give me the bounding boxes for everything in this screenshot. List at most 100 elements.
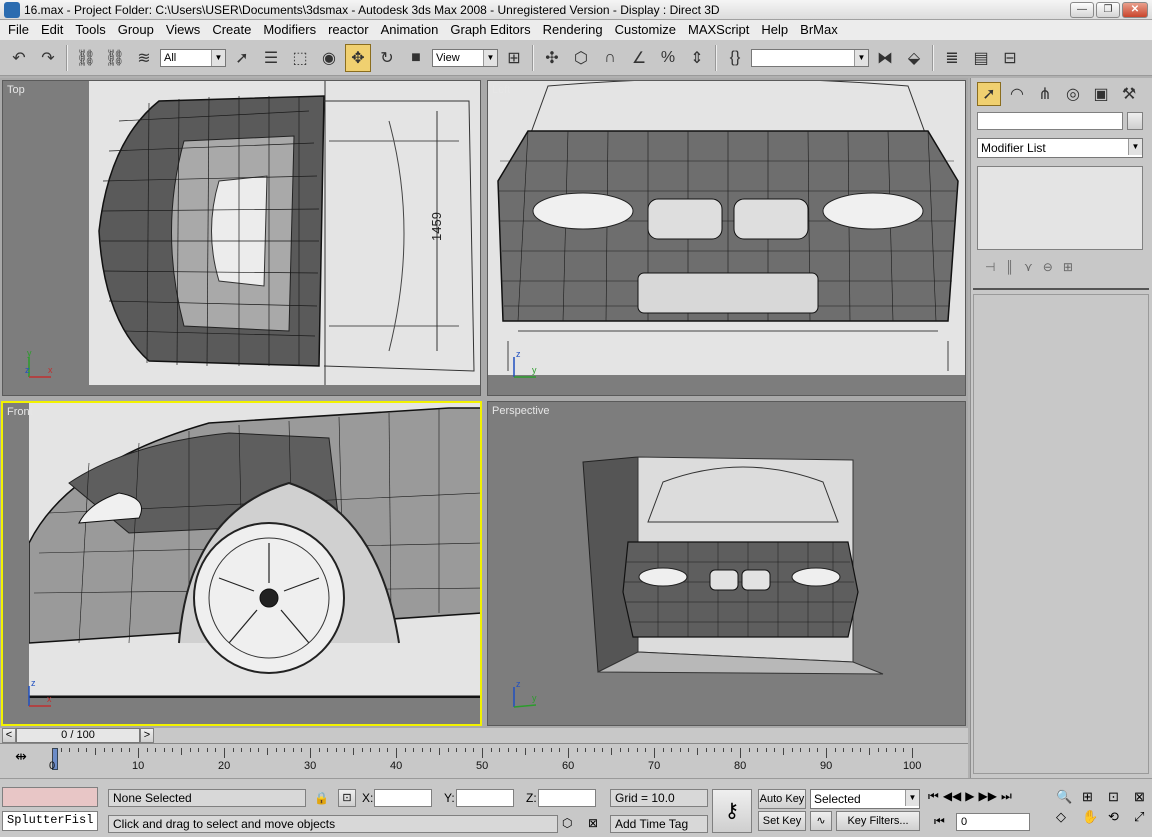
- viewport-label[interactable]: Perspective: [492, 405, 549, 417]
- display-tab-icon[interactable]: ▣: [1089, 82, 1113, 106]
- field-of-view-icon[interactable]: ◇: [1056, 809, 1078, 825]
- viewport-front[interactable]: Front z x: [1, 401, 482, 726]
- set-key-button[interactable]: Set Key: [758, 811, 806, 831]
- tangent-type-icon[interactable]: ∿: [810, 811, 832, 831]
- track-bar[interactable]: 0 10 20 30 40 50 60 70 80 90 100: [49, 748, 921, 776]
- viewport-perspective[interactable]: Perspective z y: [487, 401, 966, 726]
- pivot-center-icon[interactable]: ⊞: [501, 44, 527, 72]
- align-icon[interactable]: ⬙: [901, 44, 927, 72]
- maxscript-mini-listener[interactable]: SplutterFisl: [2, 811, 98, 831]
- edit-named-selection-icon[interactable]: {}: [722, 44, 748, 72]
- schematic-view-icon[interactable]: ⊟: [997, 44, 1023, 72]
- select-and-link-icon[interactable]: ⛓: [73, 44, 99, 72]
- select-and-scale-icon[interactable]: ■: [403, 44, 429, 72]
- menu-reactor[interactable]: reactor: [322, 20, 374, 40]
- lock-selection-icon[interactable]: 🔒: [314, 790, 329, 806]
- zoom-extents-all-icon[interactable]: ⊠: [1134, 789, 1152, 805]
- motion-tab-icon[interactable]: ◎: [1061, 82, 1085, 106]
- play-icon[interactable]: ▶: [965, 789, 974, 804]
- modifier-stack[interactable]: [977, 166, 1143, 250]
- menu-modifiers[interactable]: Modifiers: [257, 20, 322, 40]
- menu-maxscript[interactable]: MAXScript: [682, 20, 755, 40]
- maxscript-mini-listener-pink[interactable]: [2, 787, 98, 807]
- select-and-manipulate-icon[interactable]: ✣: [539, 44, 565, 72]
- layer-manager-icon[interactable]: ≣: [939, 44, 965, 72]
- mirror-icon[interactable]: ⧓: [872, 44, 898, 72]
- key-mode-dropdown[interactable]: Selected ▼: [810, 789, 920, 809]
- viewport-label[interactable]: Top: [7, 84, 25, 96]
- maximize-viewport-icon[interactable]: ⤢: [1134, 809, 1152, 825]
- unlink-icon[interactable]: ⛓: [102, 44, 128, 72]
- time-slider-next-button[interactable]: >: [140, 728, 154, 743]
- zoom-icon[interactable]: 🔍: [1056, 789, 1078, 805]
- make-unique-icon[interactable]: ⋎: [1024, 260, 1033, 274]
- x-coordinate-field[interactable]: [374, 789, 432, 807]
- keyboard-shortcut-override-icon[interactable]: ⬡: [568, 44, 594, 72]
- redo-icon[interactable]: ↷: [35, 44, 61, 72]
- angle-snap-icon[interactable]: ∠: [626, 44, 652, 72]
- selection-filter-dropdown[interactable]: All ▼: [160, 48, 226, 67]
- pan-icon[interactable]: ✋: [1082, 809, 1104, 825]
- time-slider-prev-button[interactable]: <: [2, 728, 16, 743]
- select-and-rotate-icon[interactable]: ↻: [374, 44, 400, 72]
- window-crossing-icon[interactable]: ◉: [316, 44, 342, 72]
- viewport-label[interactable]: Front: [7, 406, 33, 418]
- named-selection-dropdown[interactable]: ▼: [751, 48, 869, 67]
- viewport-left[interactable]: Left z y: [487, 80, 966, 396]
- reference-coordinate-dropdown[interactable]: View ▼: [432, 48, 498, 67]
- menu-graph-editors[interactable]: Graph Editors: [444, 20, 536, 40]
- go-to-end-icon[interactable]: ⏭: [1001, 789, 1012, 804]
- show-end-result-icon[interactable]: ║: [1005, 260, 1014, 274]
- minimize-button[interactable]: —: [1070, 2, 1094, 18]
- bind-to-space-warp-icon[interactable]: ≋: [131, 44, 157, 72]
- key-mode-toggle-icon[interactable]: ⏮: [934, 813, 945, 829]
- next-frame-icon[interactable]: ▶▶: [979, 789, 997, 804]
- select-and-move-icon[interactable]: ✥: [345, 43, 371, 72]
- menu-help[interactable]: Help: [755, 20, 794, 40]
- maximize-button[interactable]: ❐: [1096, 2, 1120, 18]
- key-filters-button[interactable]: Key Filters...: [836, 811, 920, 831]
- pin-stack-icon[interactable]: ⊣: [985, 260, 995, 274]
- set-key-icon[interactable]: ⚷: [712, 789, 752, 833]
- menu-animation[interactable]: Animation: [375, 20, 445, 40]
- current-frame-field[interactable]: 0: [956, 813, 1030, 831]
- rectangular-selection-icon[interactable]: ⬚: [287, 44, 313, 72]
- modify-tab-icon[interactable]: ◠: [1005, 82, 1029, 106]
- modifier-list-dropdown[interactable]: Modifier List ▼: [977, 138, 1143, 158]
- add-time-tag[interactable]: Add Time Tag: [610, 815, 708, 833]
- percent-snap-icon[interactable]: %: [655, 44, 681, 72]
- previous-frame-icon[interactable]: ◀◀: [943, 789, 961, 804]
- configure-modifier-sets-icon[interactable]: ⊞: [1063, 260, 1073, 274]
- time-slider-thumb[interactable]: 0 / 100: [16, 728, 140, 743]
- utilities-tab-icon[interactable]: ⚒: [1117, 82, 1141, 106]
- snaps-toggle-icon[interactable]: ∩: [597, 44, 623, 72]
- time-tag-icon[interactable]: ⊠: [588, 815, 598, 831]
- object-name-field[interactable]: [977, 112, 1123, 130]
- z-coordinate-field[interactable]: [538, 789, 596, 807]
- spinner-snap-icon[interactable]: ⇕: [684, 44, 710, 72]
- absolute-mode-transform-icon[interactable]: ⊡: [338, 789, 356, 807]
- go-to-start-icon[interactable]: ⏮: [928, 789, 939, 804]
- menu-customize[interactable]: Customize: [609, 20, 682, 40]
- mini-curve-editor-icon[interactable]: ⇹: [12, 748, 30, 766]
- menu-edit[interactable]: Edit: [35, 20, 69, 40]
- curve-editor-icon[interactable]: ▤: [968, 44, 994, 72]
- object-color-swatch[interactable]: [1127, 112, 1143, 130]
- y-coordinate-field[interactable]: [456, 789, 514, 807]
- undo-icon[interactable]: ↶: [6, 44, 32, 72]
- close-button[interactable]: ✕: [1122, 2, 1148, 18]
- time-slider[interactable]: < 0 / 100 >: [0, 728, 968, 744]
- menu-rendering[interactable]: Rendering: [537, 20, 609, 40]
- menu-file[interactable]: File: [2, 20, 35, 40]
- menu-create[interactable]: Create: [206, 20, 257, 40]
- viewport-top[interactable]: Top 1459 y x z: [2, 80, 481, 396]
- create-tab-icon[interactable]: ➚: [977, 82, 1001, 106]
- object-box-icon[interactable]: ⬡: [562, 815, 572, 831]
- arc-rotate-icon[interactable]: ⟲: [1108, 809, 1130, 825]
- menu-tools[interactable]: Tools: [69, 20, 111, 40]
- select-by-name-icon[interactable]: ☰: [258, 44, 284, 72]
- remove-modifier-icon[interactable]: ⊖: [1043, 260, 1053, 274]
- zoom-all-icon[interactable]: ⊞: [1082, 789, 1104, 805]
- select-object-icon[interactable]: ➚: [229, 44, 255, 72]
- viewport-label[interactable]: Left: [492, 84, 510, 96]
